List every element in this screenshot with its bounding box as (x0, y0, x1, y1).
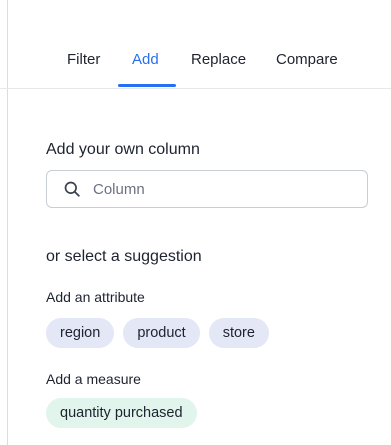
tab-add[interactable]: Add (132, 51, 159, 68)
suggestions-title: or select a suggestion (46, 248, 202, 265)
chip-store[interactable]: store (208, 318, 269, 348)
attribute-chips: region product store (46, 318, 269, 348)
search-icon (64, 181, 80, 197)
add-measure-label: Add a measure (46, 371, 141, 387)
measure-chips: quantity purchased (46, 398, 197, 428)
chip-quantity-purchased[interactable]: quantity purchased (46, 398, 197, 428)
active-tab-indicator (118, 84, 176, 87)
chip-region[interactable]: region (46, 318, 115, 348)
column-search-box[interactable] (46, 170, 368, 208)
tab-compare[interactable]: Compare (276, 51, 338, 68)
tab-replace[interactable]: Replace (191, 51, 246, 68)
tab-bar: Filter Add Replace Compare (0, 0, 391, 89)
column-search-input[interactable] (91, 179, 355, 199)
tab-filter[interactable]: Filter (67, 51, 100, 68)
add-attribute-label: Add an attribute (46, 289, 145, 305)
chip-product[interactable]: product (123, 318, 200, 348)
add-column-title: Add your own column (46, 141, 200, 158)
